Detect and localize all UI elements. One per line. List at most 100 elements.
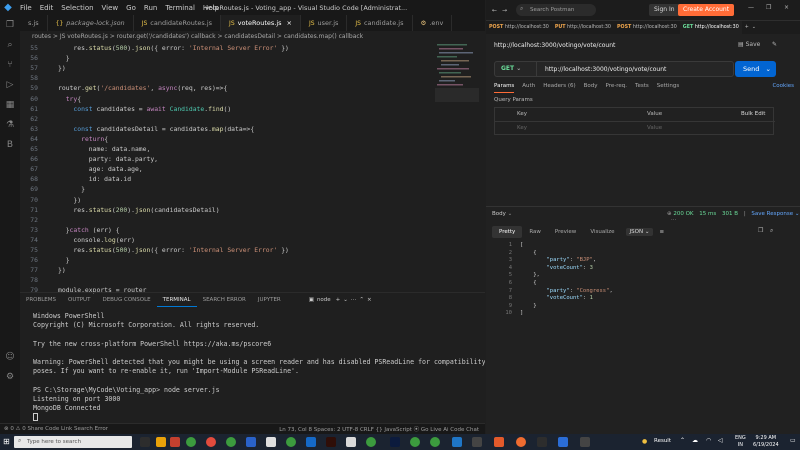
- code-line[interactable]: age: data.age,: [58, 165, 143, 173]
- task-view-icon[interactable]: [140, 437, 150, 447]
- tab-preview[interactable]: Preview: [548, 226, 583, 238]
- search-input[interactable]: Search Postman: [516, 4, 596, 16]
- code-line[interactable]: return{: [58, 135, 108, 143]
- cookies-link[interactable]: Cookies: [772, 83, 794, 93]
- request-name[interactable]: http://localhost:3000/votingo/vote/count: [494, 42, 615, 49]
- wrap-icon[interactable]: ≡: [659, 229, 664, 235]
- illustrator-icon[interactable]: [326, 437, 336, 447]
- tab-headers[interactable]: Headers (6): [543, 83, 575, 93]
- tab-auth[interactable]: Auth: [522, 83, 535, 93]
- tab-candidateroutes[interactable]: JS candidateRoutes.js: [134, 15, 222, 31]
- code-line[interactable]: }): [58, 64, 66, 72]
- key-input[interactable]: Key: [517, 125, 527, 131]
- search-icon[interactable]: ⌕: [770, 227, 773, 235]
- code-line[interactable]: }catch (err) {: [58, 226, 120, 234]
- tab-pretty[interactable]: Pretty: [492, 226, 523, 238]
- tab-user-js[interactable]: JS user.js: [301, 15, 348, 31]
- app-icon[interactable]: [472, 437, 482, 447]
- close-panel-icon[interactable]: ×: [367, 297, 372, 303]
- menu-view[interactable]: View: [98, 4, 123, 12]
- app-icon[interactable]: [494, 437, 504, 447]
- onedrive-icon[interactable]: ☁: [692, 437, 698, 444]
- response-body-label[interactable]: Body ⌄: [492, 211, 512, 217]
- bulk-edit-link[interactable]: Bulk Edit: [741, 111, 765, 117]
- tab-package-lock[interactable]: {} package-lock.json: [48, 15, 134, 31]
- url-input[interactable]: http://localhost:3000/votingo/vote/count: [537, 66, 666, 73]
- code-line[interactable]: res.status(200).json(candidatesDetail): [58, 206, 219, 214]
- tab-debug-console[interactable]: DEBUG CONSOLE: [96, 293, 156, 307]
- code-editor[interactable]: 55 res.status(500).json({ error: 'Intern…: [20, 42, 433, 294]
- weather-result[interactable]: Result: [654, 438, 671, 444]
- json-line[interactable]: }: [520, 303, 536, 309]
- tab-params[interactable]: Params: [494, 83, 515, 93]
- taskbar-search-input[interactable]: Type here to search: [14, 436, 132, 448]
- app-icon[interactable]: [346, 437, 356, 447]
- breadcrumb[interactable]: routes > JS voteRoutes.js > router.get('…: [20, 31, 485, 42]
- json-line[interactable]: },: [520, 272, 540, 278]
- pane-divider[interactable]: [486, 206, 800, 207]
- chrome-icon[interactable]: [226, 437, 236, 447]
- restore-icon[interactable]: ❐: [766, 4, 771, 11]
- extensions-icon[interactable]: ▦: [4, 99, 16, 111]
- tab-body[interactable]: Body: [584, 83, 598, 93]
- tab-pre-req[interactable]: Pre-req.: [606, 83, 628, 93]
- method-select[interactable]: GET ⌄: [495, 62, 537, 76]
- code-line[interactable]: const candidates = await Candidate.find(…: [58, 105, 231, 113]
- save-button[interactable]: ▤ Save: [738, 41, 760, 48]
- chrome-icon[interactable]: [186, 437, 196, 447]
- json-line[interactable]: {: [520, 280, 536, 286]
- close-window-icon[interactable]: ×: [784, 4, 789, 11]
- code-line[interactable]: const candidatesDetail = candidates.map(…: [58, 125, 254, 133]
- vscode-taskbar-icon[interactable]: [452, 437, 462, 447]
- json-line[interactable]: "voteCount": 1: [520, 295, 593, 301]
- mongodb-icon[interactable]: [537, 437, 547, 447]
- tab-raw[interactable]: Raw: [522, 226, 548, 238]
- minimap[interactable]: [435, 42, 479, 102]
- notification-icon[interactable]: ▭: [790, 437, 796, 444]
- forward-arrow-icon[interactable]: →: [502, 7, 507, 14]
- maximize-icon[interactable]: ⌃: [359, 297, 364, 303]
- code-line[interactable]: id: data.id: [58, 175, 131, 183]
- chrome-icon[interactable]: [366, 437, 376, 447]
- send-button[interactable]: Send ⌄: [735, 61, 776, 77]
- photoshop-icon[interactable]: [390, 437, 400, 447]
- status-left[interactable]: ⊗ 0 ⚠ 0 Share Code Link Search Error: [4, 426, 108, 432]
- tab-s-js[interactable]: s.js: [20, 15, 48, 31]
- source-control-icon[interactable]: ⑂: [4, 59, 16, 71]
- menu-go[interactable]: Go: [122, 4, 140, 12]
- clock[interactable]: 9:29 AM 6/19/2024: [753, 435, 779, 449]
- request-tab[interactable]: POST http://localhost:30: [614, 21, 680, 35]
- testing-icon[interactable]: ⚗: [4, 119, 16, 131]
- postman-icon[interactable]: [516, 437, 526, 447]
- copy-icon[interactable]: ❐: [758, 227, 763, 234]
- format-select[interactable]: JSON ⌄: [625, 228, 654, 236]
- json-line[interactable]: "voteCount": 3: [520, 265, 593, 271]
- tabs-chevron-icon[interactable]: ⌄: [752, 25, 756, 30]
- json-line[interactable]: [: [520, 242, 523, 248]
- explorer-icon[interactable]: ❐: [4, 19, 16, 31]
- response-json[interactable]: 1[2 {3 "party": "BJP", 4 "voteCount": 35 …: [492, 242, 782, 322]
- tab-terminal[interactable]: TERMINAL: [156, 293, 197, 307]
- weather-icon[interactable]: ●: [642, 438, 647, 445]
- menu-run[interactable]: Run: [140, 4, 161, 12]
- save-response-button[interactable]: Save Response: [751, 211, 793, 217]
- code-line[interactable]: try{: [58, 95, 81, 103]
- terminal-output[interactable]: Windows PowerShell Copyright (C) Microsof…: [33, 312, 485, 422]
- input-language[interactable]: ENG IN: [735, 435, 746, 449]
- app-icon[interactable]: [306, 437, 316, 447]
- edit-icon[interactable]: ✎: [772, 41, 777, 48]
- code-line[interactable]: res.status(500).json({ error: 'Internal …: [58, 246, 289, 254]
- tab-problems[interactable]: PROBLEMS: [20, 293, 62, 307]
- tab-search-error[interactable]: SEARCH ERROR: [197, 293, 252, 307]
- wifi-icon[interactable]: ◠: [706, 437, 711, 444]
- minimize-icon[interactable]: —: [748, 4, 754, 11]
- code-line[interactable]: }: [58, 256, 70, 264]
- tab-env[interactable]: ⚙ .env: [413, 15, 453, 31]
- code-line[interactable]: }: [58, 54, 70, 62]
- chevron-up-icon[interactable]: ⌃: [680, 437, 685, 444]
- new-terminal-icon[interactable]: +: [336, 297, 341, 303]
- app-icon[interactable]: [170, 437, 180, 447]
- code-line[interactable]: }: [58, 185, 85, 193]
- json-line[interactable]: ]: [520, 310, 523, 316]
- code-line[interactable]: }): [58, 266, 66, 274]
